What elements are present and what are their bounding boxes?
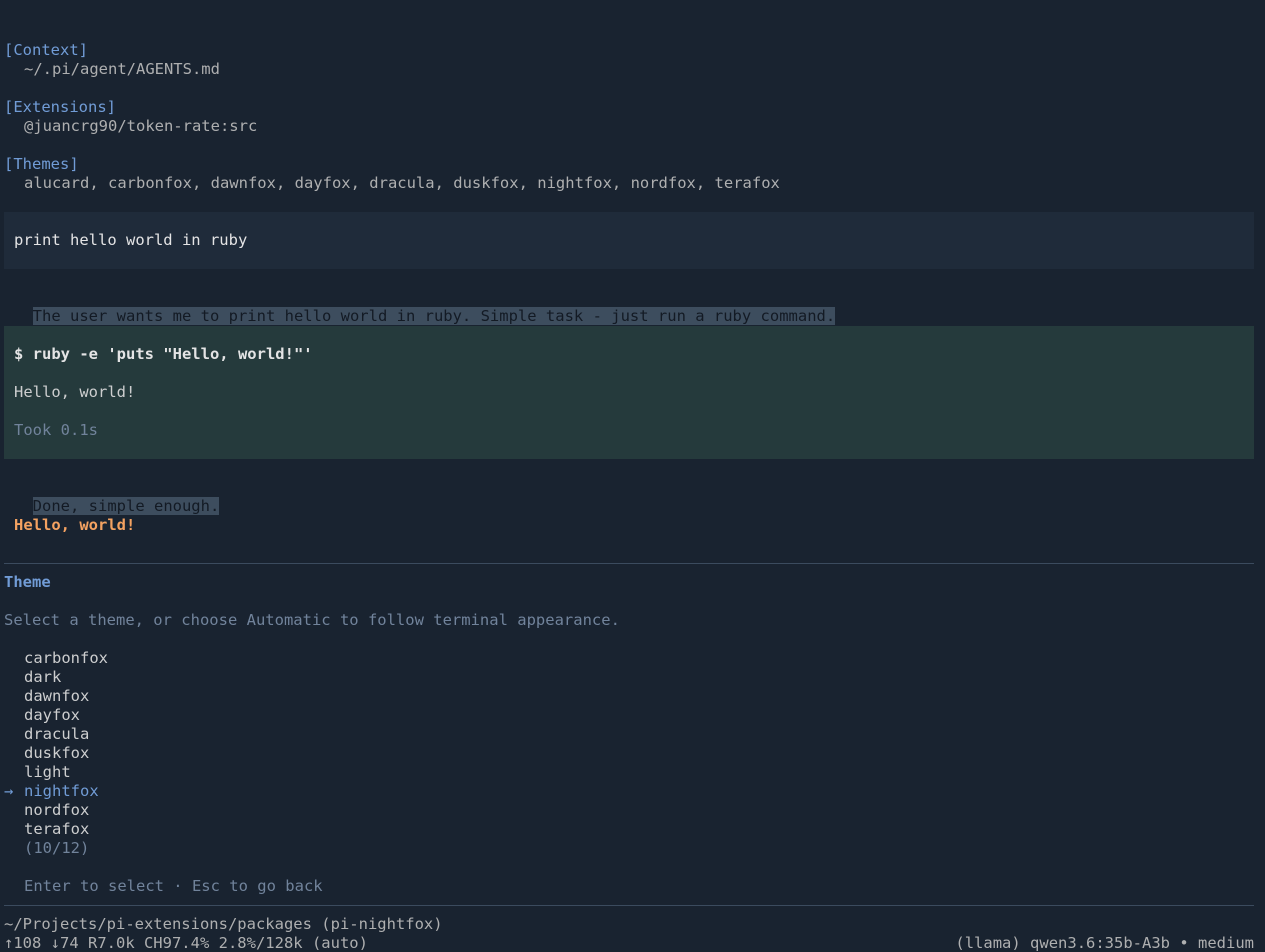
context-header: [Context] (4, 41, 88, 59)
divider-top (4, 563, 1254, 564)
footer-model: (llama) qwen3.6:35b-A3b • medium (955, 934, 1254, 952)
theme-picker-title: Theme (4, 573, 51, 591)
tool-duration: Took 0.1s (14, 421, 98, 439)
tool-output: Hello, world! (14, 383, 136, 401)
theme-option-dayfox[interactable]: dayfox (24, 706, 80, 725)
theme-option-duskfox[interactable]: duskfox (24, 744, 89, 763)
thinking-text-1: The user wants me to print hello world i… (14, 288, 836, 325)
theme-picker-description: Select a theme, or choose Automatic to f… (4, 611, 620, 629)
theme-option-carbonfox[interactable]: carbonfox (24, 649, 108, 668)
theme-option-dracula[interactable]: dracula (24, 725, 89, 744)
theme-hint: Enter to select · Esc to go back (24, 877, 323, 895)
footer-stats: ↑108 ↓74 R7.0k CH97.4% 2.8%/128k (auto) (4, 934, 368, 952)
extensions-item: @juancrg90/token-rate:src (24, 117, 258, 135)
divider-bottom (4, 905, 1254, 906)
thinking-text-2: Done, simple enough. (14, 478, 220, 515)
selected-arrow-icon: → (4, 782, 14, 800)
theme-option-dark[interactable]: dark (24, 668, 61, 687)
extensions-header: [Extensions] (4, 98, 116, 116)
theme-option-nightfox[interactable]: nightfox (24, 782, 99, 801)
theme-option-light[interactable]: light (24, 763, 71, 782)
themes-header: [Themes] (4, 155, 79, 173)
thinking-highlight: Done, simple enough. (32, 497, 220, 515)
tool-command: $ ruby -e 'puts "Hello, world!"' (14, 345, 313, 363)
user-message: print hello world in ruby (14, 231, 248, 249)
theme-option-terafox[interactable]: terafox (24, 820, 89, 839)
themes-item: alucard, carbonfox, dawnfox, dayfox, dra… (24, 174, 780, 192)
thinking-highlight: The user wants me to print hello world i… (32, 307, 836, 325)
footer-cwd: ~/Projects/pi-extensions/packages (pi-ni… (4, 915, 443, 933)
theme-option-nordfox[interactable]: nordfox (24, 801, 89, 820)
theme-counter: (10/12) (24, 839, 90, 857)
assistant-reply: Hello, world! (14, 516, 136, 534)
theme-option-dawnfox[interactable]: dawnfox (24, 687, 89, 706)
context-item: ~/.pi/agent/AGENTS.md (24, 60, 220, 78)
